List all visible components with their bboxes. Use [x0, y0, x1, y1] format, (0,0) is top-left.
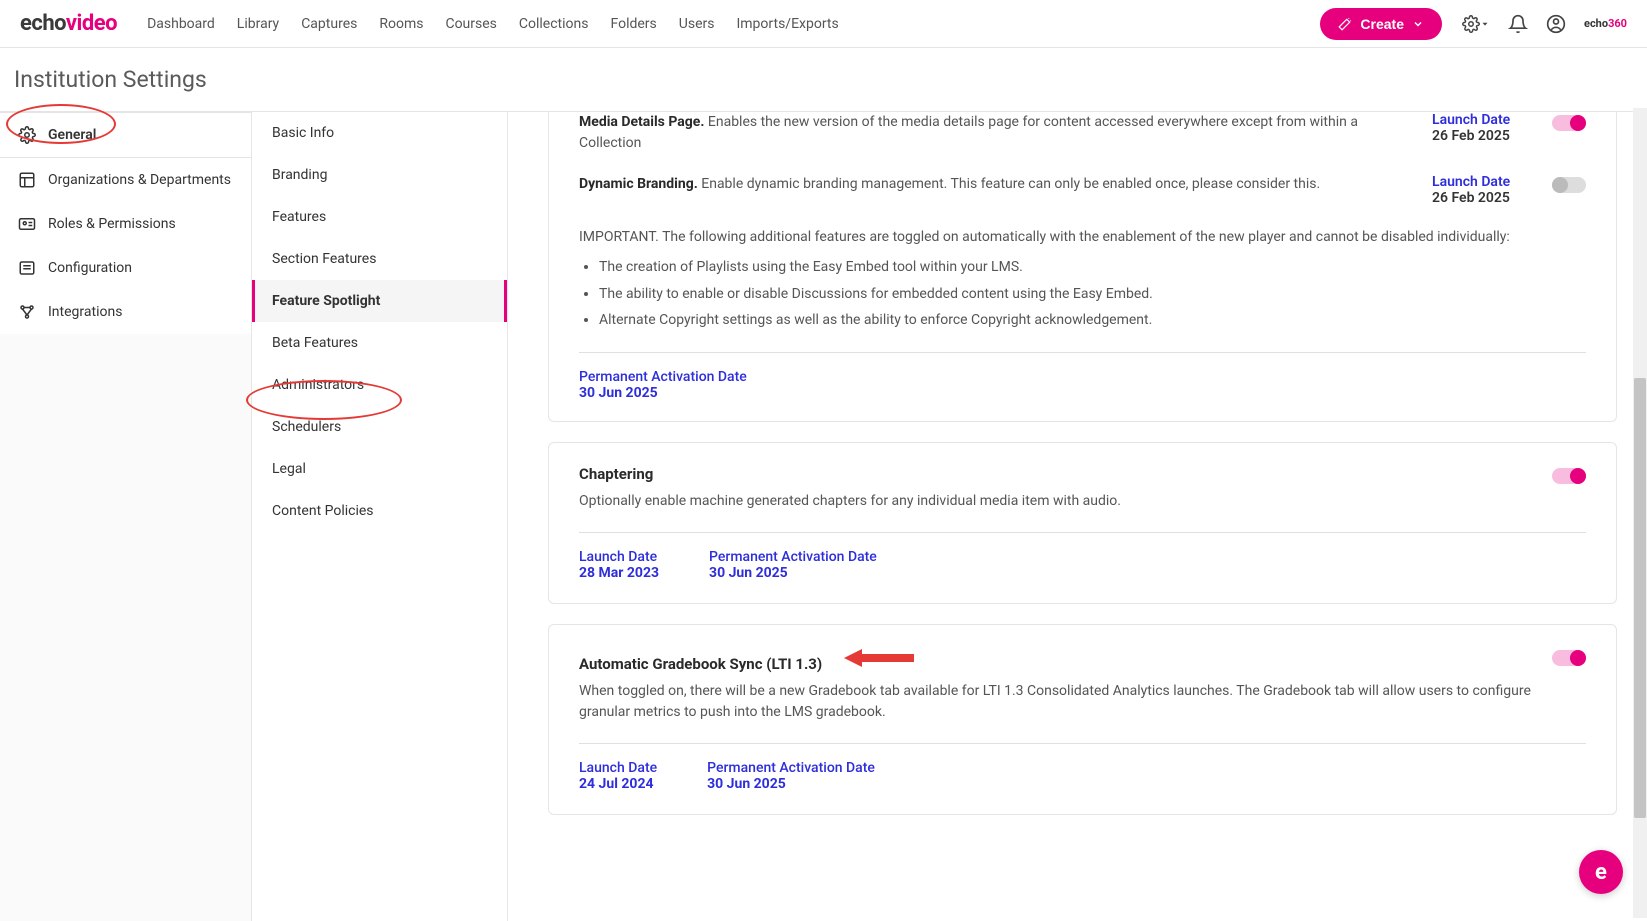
- launch-date-block: Launch Date 26 Feb 2025: [1432, 174, 1532, 206]
- sidebar-item-label: Configuration: [48, 260, 132, 276]
- settings-dropdown[interactable]: [1462, 15, 1490, 33]
- share-nodes-icon: [18, 303, 36, 321]
- sidebar-item-general[interactable]: General: [0, 112, 251, 158]
- sidebar2-schedulers[interactable]: Schedulers: [252, 406, 507, 448]
- sidebar-item-label: General: [48, 127, 96, 143]
- logo[interactable]: echovideo: [20, 11, 117, 36]
- toggle-gradebook[interactable]: [1552, 650, 1586, 666]
- e-icon: e: [1595, 860, 1607, 885]
- nav-dashboard[interactable]: Dashboard: [147, 16, 215, 32]
- sidebar-item-integrations[interactable]: Integrations: [0, 290, 251, 334]
- permanent-date-block: Permanent Activation Date 30 Jun 2025: [707, 760, 875, 792]
- top-right-controls: echo360: [1442, 14, 1627, 34]
- brand-echo360: echo360: [1584, 17, 1627, 30]
- help-fab[interactable]: e: [1579, 850, 1623, 894]
- sidebar2-section-features[interactable]: Section Features: [252, 238, 507, 280]
- create-button[interactable]: Create: [1320, 8, 1442, 40]
- caret-down-icon: [1480, 19, 1490, 29]
- card-title: Automatic Gradebook Sync (LTI 1.3): [579, 647, 1532, 673]
- sidebar-item-configuration[interactable]: Configuration: [0, 246, 251, 290]
- feature-row-media-details: Media Details Page. Enables the new vers…: [579, 111, 1586, 160]
- sidebar-item-label: Roles & Permissions: [48, 216, 176, 232]
- sidebar2-legal[interactable]: Legal: [252, 448, 507, 490]
- user-circle-icon: [1546, 14, 1566, 34]
- sidebar2-content-policies[interactable]: Content Policies: [252, 490, 507, 532]
- sidebar2-administrators[interactable]: Administrators: [252, 364, 507, 406]
- launch-date-block: Launch Date 26 Feb 2025: [1432, 112, 1532, 144]
- annotation-arrow-left: [844, 647, 914, 669]
- id-card-icon: [18, 215, 36, 233]
- sidebar2-branding[interactable]: Branding: [252, 154, 507, 196]
- permanent-date-block: Permanent Activation Date 30 Jun 2025: [709, 549, 877, 581]
- launch-date-block: Launch Date 24 Jul 2024: [579, 760, 657, 792]
- feature-row-dynamic-branding: Dynamic Branding. Enable dynamic brandin…: [579, 168, 1586, 212]
- feature-desc: Enable dynamic branding management. This…: [701, 176, 1320, 192]
- feature-title: Media Details Page.: [579, 114, 704, 130]
- sidebar2-features[interactable]: Features: [252, 196, 507, 238]
- nav-courses[interactable]: Courses: [445, 16, 496, 32]
- chevron-down-icon: [1412, 18, 1424, 30]
- logo-part2: video: [66, 11, 117, 36]
- bell-icon: [1508, 14, 1528, 34]
- gear-icon: [18, 126, 36, 144]
- top-nav: Dashboard Library Captures Rooms Courses…: [147, 16, 1320, 32]
- card-desc: When toggled on, there will be a new Gra…: [579, 681, 1532, 723]
- sidebar-item-label: Integrations: [48, 304, 122, 320]
- sidebar2-beta-features[interactable]: Beta Features: [252, 322, 507, 364]
- toggle-dynamic-branding[interactable]: [1552, 177, 1586, 193]
- nav-captures[interactable]: Captures: [301, 16, 357, 32]
- sidebar-item-label: Organizations & Departments: [48, 172, 231, 188]
- create-button-label: Create: [1360, 16, 1404, 32]
- important-notice: IMPORTANT. The following additional feat…: [579, 226, 1546, 332]
- sidebar-item-roles[interactable]: Roles & Permissions: [0, 202, 251, 246]
- launch-date-block: Launch Date 28 Mar 2023: [579, 549, 659, 581]
- nav-collections[interactable]: Collections: [519, 16, 589, 32]
- nav-folders[interactable]: Folders: [610, 16, 656, 32]
- logo-part1: echo: [20, 11, 66, 36]
- page-title: Institution Settings: [0, 48, 1647, 111]
- account-button[interactable]: [1546, 14, 1566, 34]
- nav-library[interactable]: Library: [237, 16, 279, 32]
- magic-wand-icon: [1338, 17, 1352, 31]
- content-area[interactable]: Media Details Page. Enables the new vers…: [508, 111, 1647, 921]
- nav-rooms[interactable]: Rooms: [379, 16, 423, 32]
- sidebar-item-organizations[interactable]: Organizations & Departments: [0, 158, 251, 202]
- gear-icon: [1462, 15, 1480, 33]
- nav-imports-exports[interactable]: Imports/Exports: [736, 16, 838, 32]
- sidebar-primary: General Organizations & Departments Role…: [0, 111, 252, 921]
- nav-users[interactable]: Users: [679, 16, 715, 32]
- card-chaptering: Chaptering Optionally enable machine gen…: [548, 442, 1617, 604]
- card-title: Chaptering: [579, 465, 1532, 483]
- permanent-date-bar: Permanent Activation Date 30 Jun 2025: [579, 352, 1586, 401]
- list-icon: [18, 259, 36, 277]
- card-desc: Optionally enable machine generated chap…: [579, 491, 1532, 512]
- top-bar: echovideo Dashboard Library Captures Roo…: [0, 0, 1647, 48]
- building-icon: [18, 171, 36, 189]
- card-gradebook: Automatic Gradebook Sync (LTI 1.3) When …: [548, 624, 1617, 815]
- scrollbar-track[interactable]: [1633, 108, 1647, 918]
- toggle-chaptering[interactable]: [1552, 468, 1586, 484]
- sidebar2-feature-spotlight[interactable]: Feature Spotlight: [252, 280, 507, 322]
- feature-title: Dynamic Branding.: [579, 176, 698, 192]
- notifications-button[interactable]: [1508, 14, 1528, 34]
- toggle-media-details[interactable]: [1552, 115, 1586, 131]
- sidebar-secondary: Basic Info Branding Features Section Fea…: [252, 111, 508, 921]
- sidebar2-basic-info[interactable]: Basic Info: [252, 112, 507, 154]
- scrollbar-thumb[interactable]: [1634, 378, 1646, 818]
